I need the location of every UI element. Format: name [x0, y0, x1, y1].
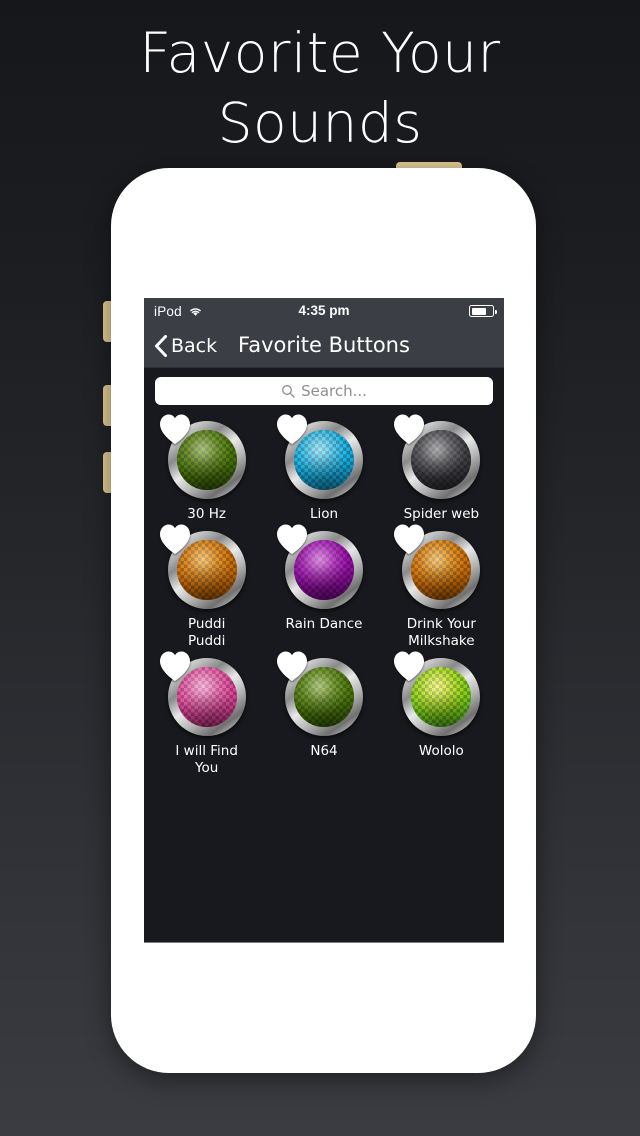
heart-icon[interactable] — [158, 413, 192, 445]
sound-button[interactable] — [276, 651, 363, 736]
heart-icon[interactable] — [392, 523, 426, 555]
sound-button-label: Drink Your Milkshake — [406, 616, 476, 649]
sound-button-cell[interactable]: Puddi Puddi — [148, 524, 265, 650]
carrier-label: iPod — [154, 303, 182, 319]
sound-button[interactable] — [276, 524, 363, 609]
sound-button-label: Lion — [309, 506, 339, 522]
device-screen: iPod 4:35 pm Back Favorite Buttons Searc… — [144, 298, 504, 942]
sound-button-label: Puddi Puddi — [187, 616, 226, 649]
heart-icon[interactable] — [158, 523, 192, 555]
sound-button[interactable] — [394, 524, 481, 609]
battery-icon — [469, 305, 497, 317]
sound-button-label: I will Find You — [175, 743, 238, 776]
sound-button-cell[interactable]: Lion — [265, 414, 382, 523]
heart-icon[interactable] — [158, 650, 192, 682]
sound-button[interactable] — [394, 414, 481, 499]
sound-button[interactable] — [159, 524, 246, 609]
sound-button-cell[interactable]: Wololo — [383, 651, 500, 777]
sound-button-label: Rain Dance — [285, 616, 363, 632]
sound-button[interactable] — [394, 651, 481, 736]
heart-icon[interactable] — [392, 650, 426, 682]
sound-button[interactable] — [159, 414, 246, 499]
back-button[interactable]: Back — [144, 334, 218, 357]
search-placeholder: Search... — [301, 382, 367, 400]
sound-button-label: Wololo — [418, 743, 464, 759]
page-title: Favorite Your Sounds — [139, 21, 501, 155]
sound-button-label: Spider web — [403, 506, 480, 522]
chevron-left-icon — [155, 334, 167, 357]
sound-button-label: 30 Hz — [187, 506, 227, 522]
status-bar-right — [469, 305, 497, 317]
search-input[interactable]: Search... — [155, 377, 493, 405]
sound-button-cell[interactable]: Rain Dance — [265, 524, 382, 650]
status-bar: iPod 4:35 pm — [144, 298, 504, 324]
sound-button-label: N64 — [310, 743, 338, 759]
heart-icon[interactable] — [275, 413, 309, 445]
sound-button-cell[interactable]: Drink Your Milkshake — [383, 524, 500, 650]
heart-icon[interactable] — [275, 523, 309, 555]
navigation-bar: Back Favorite Buttons — [144, 324, 504, 368]
wifi-icon — [190, 307, 201, 316]
sound-button-cell[interactable]: 30 Hz — [148, 414, 265, 523]
sound-button-cell[interactable]: I will Find You — [148, 651, 265, 777]
sound-button[interactable] — [276, 414, 363, 499]
back-button-label: Back — [171, 334, 218, 357]
sound-button[interactable] — [159, 651, 246, 736]
sound-button-cell[interactable]: Spider web — [383, 414, 500, 523]
search-bar-container: Search... — [144, 368, 504, 415]
status-bar-left: iPod — [154, 304, 203, 319]
search-icon — [282, 385, 295, 398]
favorite-buttons-grid: 30 Hz Lion Spider web Puddi Puddi Rain Dance… — [144, 414, 504, 777]
heart-icon[interactable] — [392, 413, 426, 445]
heart-icon[interactable] — [275, 650, 309, 682]
sound-button-cell[interactable]: N64 — [265, 651, 382, 777]
